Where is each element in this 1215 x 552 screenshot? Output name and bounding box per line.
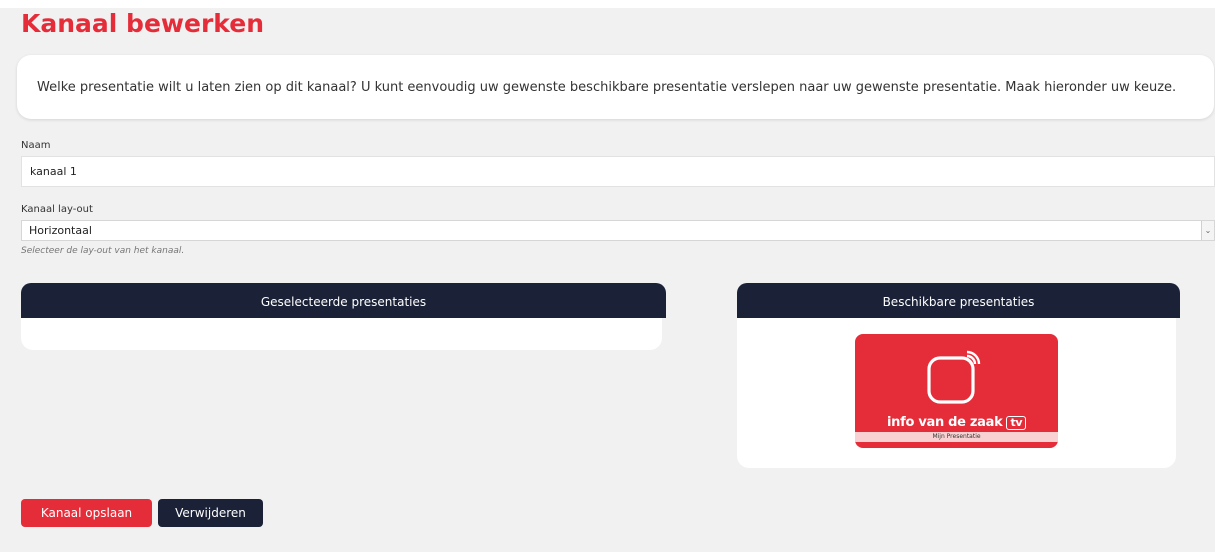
intro-card: Welke presentatie wilt u laten zien op d… (17, 55, 1214, 119)
chevron-down-icon[interactable]: ⌄ (1201, 221, 1214, 240)
selected-presentations-header: Geselecteerde presentaties (21, 283, 666, 318)
delete-button[interactable]: Verwijderen (158, 499, 263, 527)
name-label: Naam (21, 140, 51, 151)
page-title: Kanaal bewerken (21, 9, 264, 38)
layout-select[interactable]: Horizontaal ⌄ (21, 220, 1215, 241)
brand-name: info van de zaak (887, 415, 1003, 430)
layout-select-value: Horizontaal (29, 224, 92, 237)
selected-presentations-dropzone[interactable] (21, 318, 662, 350)
presentation-caption: Mijn Presentatie (855, 432, 1058, 442)
top-strip (0, 0, 1215, 8)
tv-wireless-icon (927, 350, 981, 404)
layout-help-text: Selecteer de lay-out van het kanaal. (21, 246, 185, 256)
name-input[interactable]: kanaal 1 (21, 156, 1215, 187)
intro-text: Welke presentatie wilt u laten zien op d… (37, 80, 1177, 95)
save-channel-button[interactable]: Kanaal opslaan (21, 499, 152, 527)
selected-presentations-title: Geselecteerde presentaties (260, 295, 427, 309)
brand-tv-badge: tv (1006, 416, 1027, 430)
brand-logo-text: info van de zaak tv (887, 415, 1027, 430)
available-presentations-title: Beschikbare presentaties (882, 295, 1035, 309)
available-presentations-header: Beschikbare presentaties (737, 283, 1180, 318)
presentation-card[interactable]: info van de zaak tv Mijn Presentatie (855, 334, 1058, 448)
layout-label: Kanaal lay-out (21, 204, 93, 215)
